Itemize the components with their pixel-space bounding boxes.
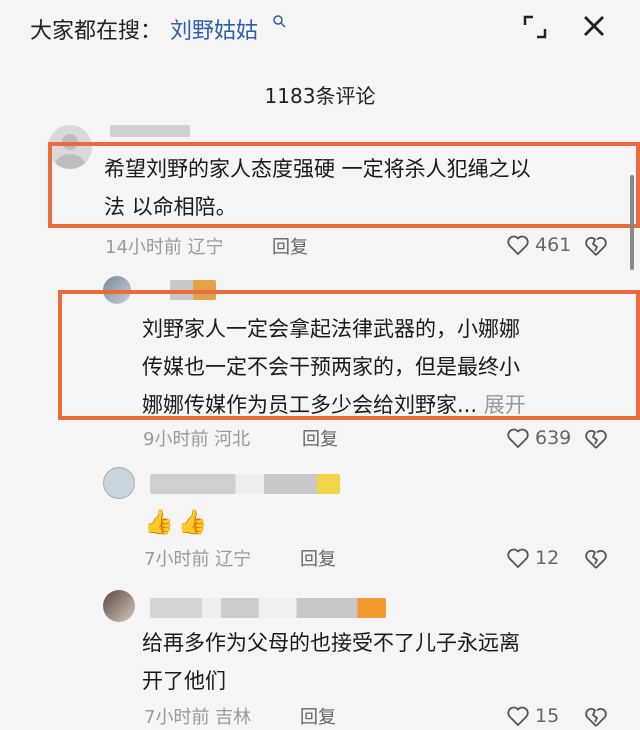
search-prefix: 大家都在搜： bbox=[30, 19, 163, 44]
broken-heart-icon[interactable] bbox=[584, 705, 608, 729]
username-redacted[interactable] bbox=[150, 474, 340, 494]
broken-heart-icon[interactable] bbox=[584, 547, 608, 571]
avatar[interactable] bbox=[103, 276, 131, 304]
like-button[interactable]: 461 bbox=[506, 233, 571, 257]
heart-icon bbox=[507, 548, 529, 568]
avatar[interactable] bbox=[103, 590, 135, 622]
like-count: 12 bbox=[535, 547, 560, 569]
avatar[interactable] bbox=[48, 125, 92, 169]
reply-button[interactable]: 回复 bbox=[272, 233, 308, 259]
reply-button[interactable]: 回复 bbox=[302, 425, 338, 451]
comment-meta: 9小时前 河北 bbox=[143, 429, 251, 450]
comment-meta: 7小时前 吉林 bbox=[144, 707, 252, 728]
comment-meta: 7小时前 辽宁 bbox=[144, 549, 252, 570]
avatar[interactable] bbox=[103, 467, 135, 499]
fullscreen-icon[interactable] bbox=[521, 13, 549, 41]
like-count: 639 bbox=[535, 427, 572, 449]
like-button[interactable]: 12 bbox=[506, 546, 559, 570]
comment-text: 刘野家人一定会拿起法律武器的，小娜娜 传媒也一定不会干预两家的，但是最终小 娜娜… bbox=[142, 317, 526, 417]
comment-text: 给再多作为父母的也接受不了儿子永远离 开了他们 bbox=[142, 631, 520, 693]
username-redacted[interactable] bbox=[110, 125, 190, 137]
broken-heart-icon[interactable] bbox=[584, 234, 608, 258]
top-bar: 大家都在搜： 刘野姑姑 bbox=[0, 0, 640, 60]
search-term-link[interactable]: 刘野姑姑 bbox=[170, 13, 258, 45]
search-icon[interactable] bbox=[272, 14, 288, 30]
scrollbar[interactable] bbox=[630, 175, 634, 270]
comment-meta: 14小时前 辽宁 bbox=[105, 237, 224, 258]
heart-icon bbox=[507, 235, 529, 255]
username-redacted[interactable] bbox=[150, 598, 386, 618]
like-button[interactable]: 15 bbox=[506, 704, 559, 728]
default-avatar-icon bbox=[55, 134, 85, 169]
comment-count: 1183条评论 bbox=[264, 84, 376, 108]
comment-text: 👍👍 bbox=[144, 508, 212, 536]
username-redacted[interactable] bbox=[170, 280, 216, 300]
reply-button[interactable]: 回复 bbox=[300, 703, 336, 729]
expand-link[interactable]: 展开 bbox=[484, 393, 526, 417]
heart-icon bbox=[507, 428, 529, 448]
broken-heart-icon[interactable] bbox=[584, 427, 608, 451]
heart-icon bbox=[507, 706, 529, 726]
like-count: 461 bbox=[535, 234, 572, 256]
like-count: 15 bbox=[535, 705, 560, 727]
comment-text: 希望刘野的家人态度强硬 一定将杀人犯绳之以 法 以命相陪。 bbox=[104, 157, 531, 219]
close-icon[interactable] bbox=[580, 12, 608, 40]
reply-button[interactable]: 回复 bbox=[300, 545, 336, 571]
like-button[interactable]: 639 bbox=[506, 426, 571, 450]
